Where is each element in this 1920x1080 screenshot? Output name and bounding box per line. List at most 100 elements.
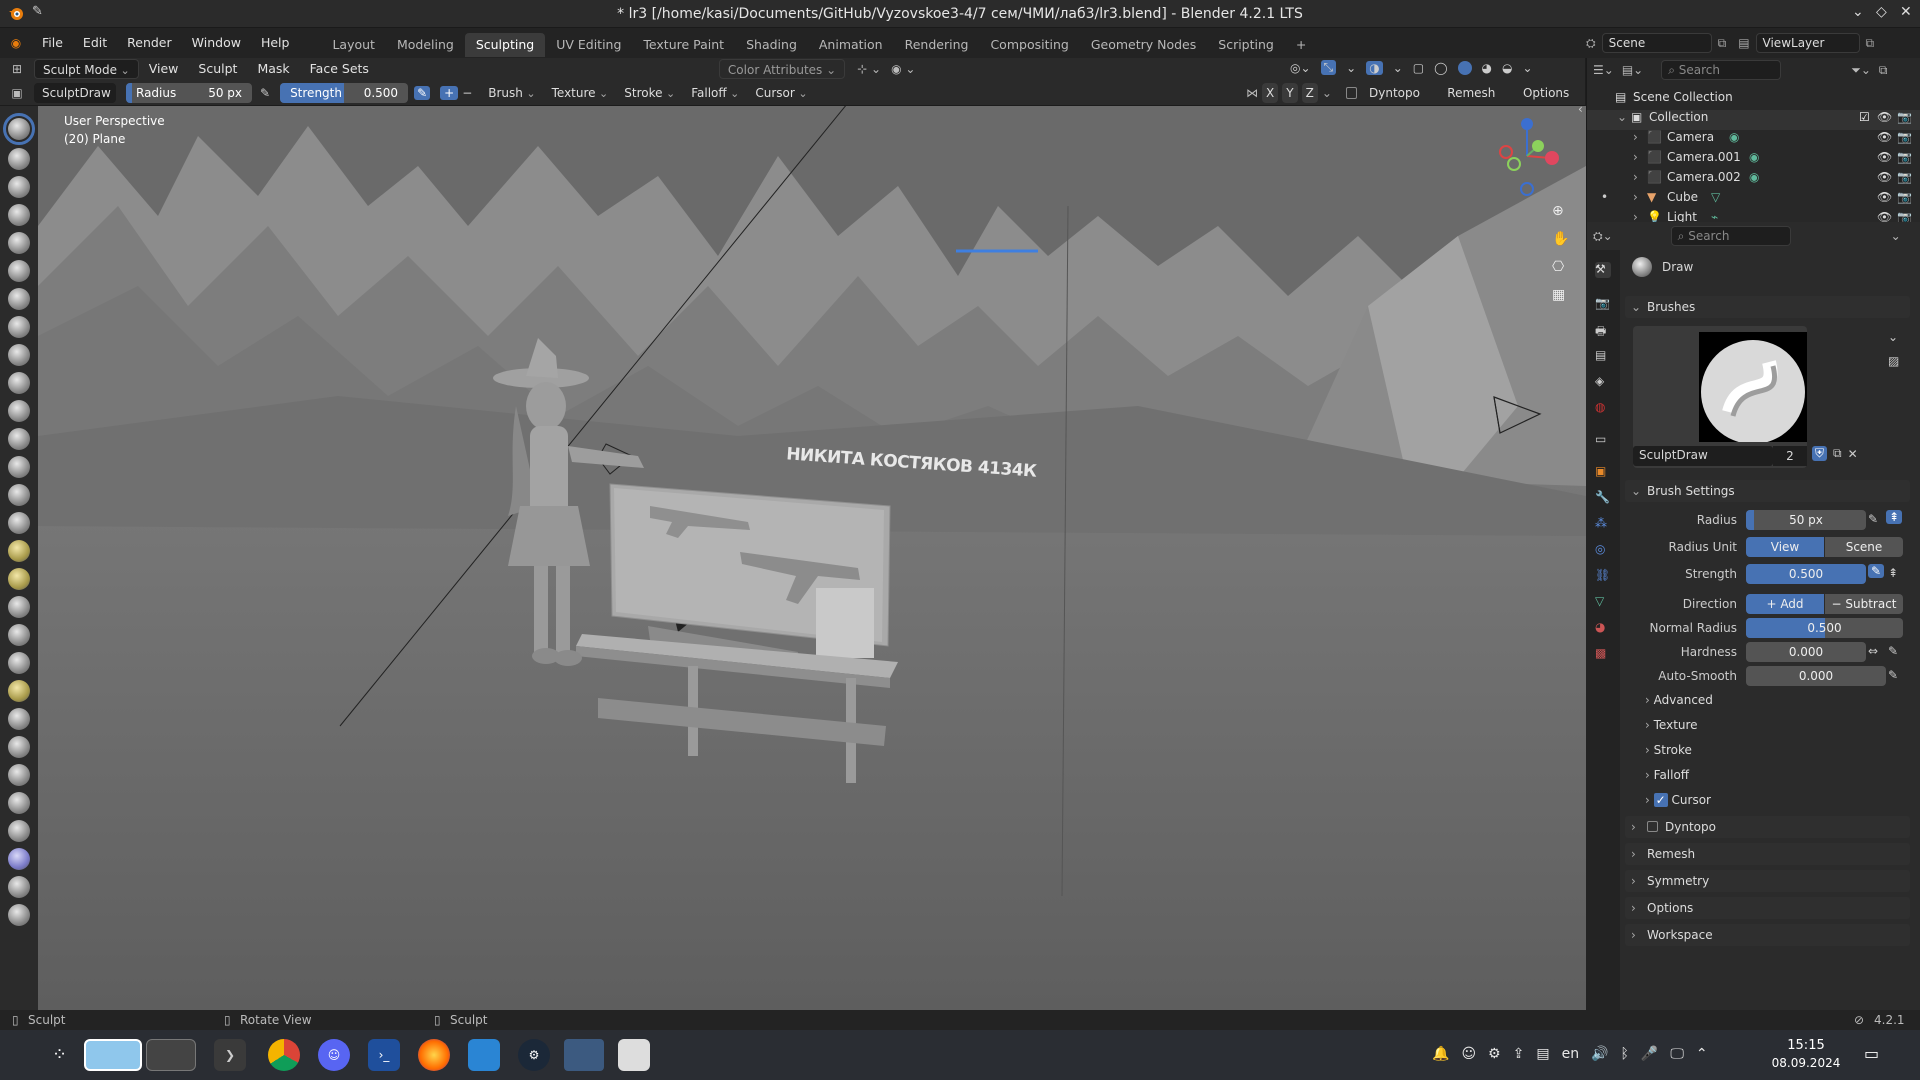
minimize-icon[interactable]: ⌄ — [1852, 4, 1864, 20]
grab-tool-icon[interactable] — [8, 540, 30, 562]
tab-modifiers-icon[interactable]: 🔧 — [1595, 490, 1611, 506]
fake-user-shield-icon[interactable]: ⛨ — [1812, 446, 1828, 461]
material-shading-icon[interactable]: ◕ — [1482, 61, 1492, 75]
hardness-invert-icon[interactable]: ⇔ — [1868, 644, 1878, 658]
tab-tool-icon[interactable]: ⚒ — [1595, 262, 1611, 278]
render-camera-icon[interactable]: 📷 — [1897, 110, 1912, 124]
tab-scripting[interactable]: Scripting — [1207, 33, 1285, 57]
subpanel-falloff[interactable]: › Falloff — [1645, 768, 1689, 782]
tab-physics-icon[interactable]: ◎ — [1595, 542, 1611, 558]
mode-selector[interactable]: Sculpt Mode — [34, 59, 139, 79]
tab-particles-icon[interactable]: ⁂ — [1595, 516, 1611, 532]
flatten-tool-icon[interactable] — [8, 400, 30, 422]
brush-settings-panel-header[interactable]: ⌄ Brush Settings — [1625, 480, 1910, 502]
eye-icon[interactable]: 👁 — [1877, 190, 1892, 204]
duplicate-brush-icon[interactable]: ⧉ — [1833, 446, 1842, 461]
tab-render-icon[interactable]: 📷 — [1595, 296, 1611, 312]
keyboard-layout[interactable]: en — [1562, 1046, 1580, 1062]
draw-sharp-tool-icon[interactable] — [8, 148, 30, 170]
tab-texture-paint[interactable]: Texture Paint — [632, 33, 735, 57]
texture-dropdown[interactable]: Texture — [544, 83, 617, 103]
strength-pressure-icon[interactable]: ✎ — [1868, 564, 1885, 578]
thumb-tool-icon[interactable] — [8, 624, 30, 646]
add-workspace-icon[interactable]: + — [1285, 33, 1317, 57]
rotate-tool-icon[interactable] — [8, 708, 30, 730]
eye-icon[interactable]: 👁 — [1877, 110, 1892, 124]
box-mask-tool-icon[interactable] — [8, 876, 30, 898]
strength-unified-icon[interactable]: ⇞ — [1888, 566, 1898, 580]
filter-icon[interactable]: ⏷⌄ — [1851, 63, 1871, 78]
firefox-icon[interactable] — [418, 1039, 450, 1071]
eye-icon[interactable]: 👁 — [1877, 150, 1892, 164]
properties-search-input[interactable]: ⌕ Search — [1670, 226, 1791, 246]
collection-checkbox[interactable]: ☑ — [1859, 110, 1870, 124]
3d-viewport[interactable]: User Perspective (20) Plane НИКИТА КОСТЯ… — [38, 106, 1586, 1010]
menu-file[interactable]: File — [32, 28, 73, 58]
app-launcher-icon[interactable]: ⁘ — [52, 1044, 67, 1065]
tab-constraints-icon[interactable]: ⛓ — [1595, 568, 1611, 584]
color-attributes-dropdown[interactable]: Color Attributes ⌄ — [718, 59, 846, 79]
options-panel-header[interactable]: › Options — [1625, 897, 1910, 919]
slide-relax-tool-icon[interactable] — [8, 736, 30, 758]
hardness-field[interactable]: 0.000 — [1746, 642, 1866, 662]
tray-expand-icon[interactable]: ⌃ — [1696, 1046, 1708, 1062]
remesh-panel-header[interactable]: › Remesh — [1625, 843, 1910, 865]
steam-icon[interactable]: ⚙ — [518, 1039, 550, 1071]
rendered-shading-icon[interactable]: ◒ — [1502, 61, 1512, 75]
tab-modeling[interactable]: Modeling — [386, 33, 465, 57]
tree-item-camera-002[interactable]: › ⬛ Camera.002 ◉ 👁 📷 — [1587, 170, 1920, 190]
new-view-layer-icon[interactable]: ⧉ — [1866, 36, 1875, 51]
snap-icon[interactable]: ◉ ⌄ — [891, 62, 915, 76]
render-camera-icon[interactable]: 📷 — [1897, 150, 1912, 164]
microphone-icon[interactable]: 🎤 — [1641, 1046, 1658, 1062]
symmetry-panel-header[interactable]: › Symmetry — [1625, 870, 1910, 892]
blob-tool-icon[interactable] — [8, 316, 30, 338]
navigation-gizmo[interactable] — [1492, 116, 1562, 196]
fill-tool-icon[interactable] — [8, 428, 30, 450]
scrape-tool-icon[interactable] — [8, 456, 30, 478]
render-camera-icon[interactable]: 📷 — [1897, 190, 1912, 204]
display-icon[interactable]: 🖵 — [1670, 1046, 1684, 1062]
clock-time[interactable]: 15:15 — [1776, 1038, 1836, 1053]
menu-mask[interactable]: Mask — [247, 58, 299, 80]
view-layer-selector[interactable]: ViewLayer — [1755, 33, 1860, 53]
sidebar-toggle-icon[interactable]: ‹ — [1578, 106, 1583, 116]
tab-compositing[interactable]: Compositing — [979, 33, 1079, 57]
new-scene-icon[interactable]: ⧉ — [1718, 36, 1727, 51]
overlays-icon[interactable]: ◑ — [1366, 60, 1383, 75]
multiplane-scrape-tool-icon[interactable] — [8, 484, 30, 506]
menu-help[interactable]: Help — [251, 28, 300, 58]
archive-app-icon[interactable] — [618, 1039, 650, 1071]
dyntopo-panel-header[interactable]: › Dyntopo — [1625, 816, 1910, 838]
tab-uv-editing[interactable]: UV Editing — [545, 33, 632, 57]
nudge-tool-icon[interactable] — [8, 680, 30, 702]
radius-pressure-icon[interactable]: ✎ — [1868, 512, 1878, 526]
properties-editor-icon[interactable]: ⛭⌄ — [1593, 229, 1613, 244]
clay-thumb-tool-icon[interactable] — [8, 232, 30, 254]
inflate-tool-icon[interactable] — [8, 288, 30, 310]
transform-pivot-icon[interactable]: ⊹ ⌄ — [857, 62, 881, 76]
tab-sculpting[interactable]: Sculpting — [464, 32, 546, 57]
chrome-icon[interactable] — [268, 1039, 300, 1071]
crease-tool-icon[interactable] — [8, 344, 30, 366]
discord-icon[interactable]: ☺ — [318, 1039, 350, 1071]
snake-hook-tool-icon[interactable] — [8, 596, 30, 618]
tab-shading[interactable]: Shading — [735, 33, 808, 57]
menu-render[interactable]: Render — [117, 28, 182, 58]
zoom-icon[interactable]: ⊕ — [1552, 203, 1564, 219]
tab-texture-icon[interactable]: ▩ — [1595, 646, 1611, 662]
tab-scene-icon[interactable]: ◈ — [1595, 374, 1611, 390]
maximize-icon[interactable]: ◇ — [1876, 4, 1887, 20]
elastic-deform-tool-icon[interactable] — [8, 568, 30, 590]
hardness-pressure-icon[interactable]: ✎ — [1888, 644, 1898, 658]
autosmooth-field[interactable]: 0.000 — [1746, 666, 1886, 686]
dyntopo-checkbox[interactable] — [1647, 821, 1658, 832]
tree-item-camera[interactable]: › ⬛ Camera ◉ 👁 📷 — [1587, 130, 1920, 150]
discord-tray-icon[interactable]: ☺ — [1461, 1046, 1476, 1062]
pinch-tool-icon[interactable] — [8, 512, 30, 534]
normal-radius-field[interactable]: 0.500 — [1746, 618, 1903, 638]
wireframe-shading-icon[interactable]: ◯ — [1434, 61, 1447, 75]
tab-material-icon[interactable]: ◕ — [1595, 620, 1611, 636]
menu-sculpt[interactable]: Sculpt — [188, 58, 247, 80]
volume-icon[interactable]: 🔊 — [1591, 1046, 1608, 1062]
